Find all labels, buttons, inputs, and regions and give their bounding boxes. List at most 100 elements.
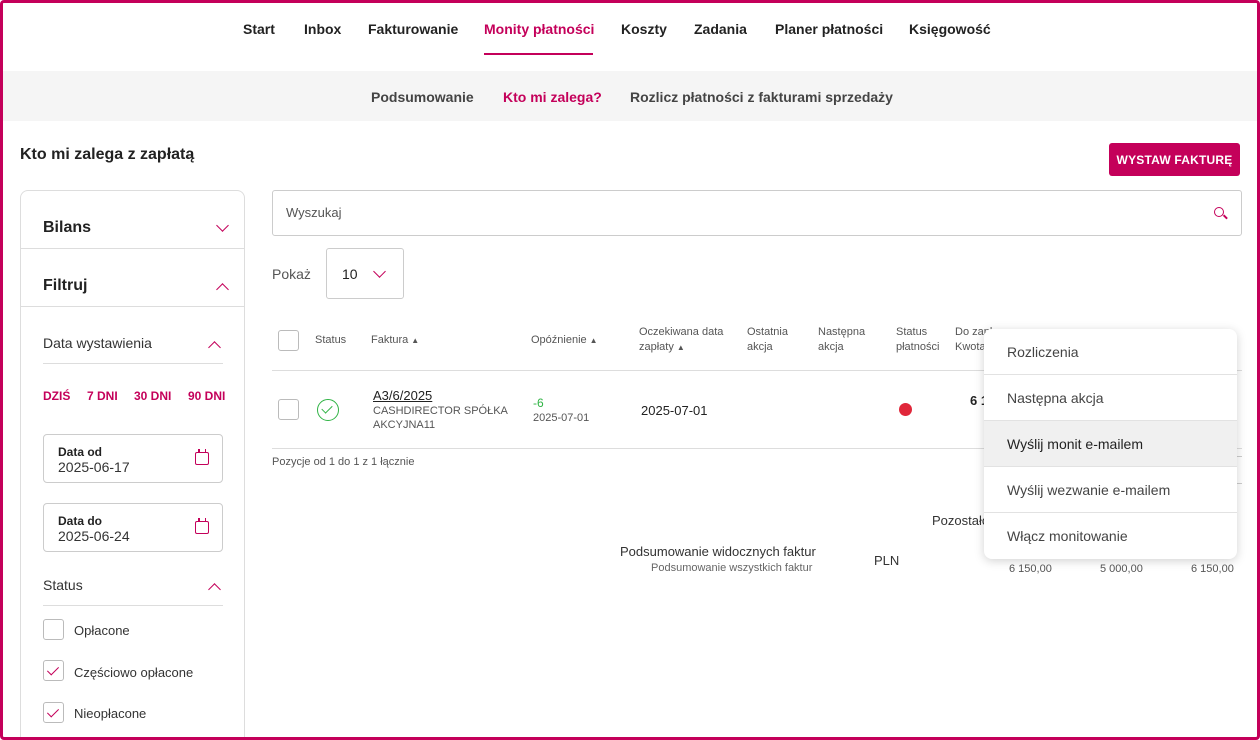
checkbox-nieoplacone[interactable]	[43, 702, 64, 723]
status-filter-header[interactable]: Status	[43, 570, 223, 606]
payment-status-dot	[899, 403, 912, 416]
th-oczekiwana-label-1: Oczekiwana data	[639, 326, 724, 338]
th-nastepna-akcja: Następna akcja	[818, 325, 865, 355]
search-icon[interactable]	[1214, 207, 1224, 217]
th-faktura-label: Faktura	[371, 334, 409, 346]
filter-sidebar: Bilans Filtruj Data wystawienia DZIŚ 7 D…	[20, 190, 245, 737]
sort-icon: ▲︎	[589, 336, 598, 345]
th-ostatnia-akcja: Ostatnia akcja	[747, 325, 788, 355]
chevron-down-icon	[216, 219, 229, 232]
wystaw-fakture-button[interactable]: WYSTAW FAKTURĘ	[1109, 143, 1240, 176]
nav-koszty[interactable]: Koszty	[621, 21, 667, 37]
chevron-up-icon	[216, 283, 229, 296]
th-oczekiwana-label-2: zapłaty	[639, 341, 674, 353]
subnav-kto-mi-zalega[interactable]: Kto mi zalega?	[503, 89, 602, 105]
sub-nav: Podsumowanie Kto mi zalega? Rozlicz płat…	[3, 71, 1257, 121]
invoice-link[interactable]: A3/6/2025	[373, 388, 432, 403]
filtruj-section[interactable]: Filtruj	[21, 249, 244, 307]
delay-date: 2025-07-01	[533, 412, 590, 424]
sort-icon: ▲︎	[411, 336, 420, 345]
summary-value: 6 150,00	[1009, 563, 1052, 575]
date-from-field[interactable]: Data od 2025-06-17	[43, 434, 223, 483]
pagination-info: Pozycje od 1 do 1 z 1 łącznie	[272, 456, 415, 468]
nav-fakturowanie[interactable]: Fakturowanie	[368, 21, 458, 37]
nav-ksiegowosc[interactable]: Księgowość	[909, 21, 991, 37]
quick-range-7-dni[interactable]: 7 DNI	[87, 389, 118, 403]
checkbox-czesciowo-oplacone[interactable]	[43, 660, 64, 681]
delay-value: -6	[533, 396, 544, 410]
row-actions-menu: Rozliczenia Następna akcja Wyślij monit …	[984, 329, 1237, 559]
date-to-field[interactable]: Data do 2025-06-24	[43, 503, 223, 552]
menu-item-wlacz-monitowanie[interactable]: Włącz monitowanie	[984, 513, 1237, 559]
client-name-line-2: AKCYJNA11	[373, 419, 436, 431]
menu-item-nastepna-akcja[interactable]: Następna akcja	[984, 375, 1237, 421]
date-from-label: Data od	[58, 445, 103, 459]
th-do-zaplaty-label-2: Kwota	[955, 341, 986, 353]
checkbox-oplacone[interactable]	[43, 619, 64, 640]
summary-all-label: Podsumowanie wszystkich faktur	[651, 562, 813, 574]
summary-value: 5 000,00	[1100, 563, 1143, 575]
page-size-value: 10	[342, 266, 358, 282]
data-wystawienia-label: Data wystawienia	[43, 335, 152, 351]
th-faktura[interactable]: Faktura ▲︎	[371, 333, 419, 348]
search-box	[272, 190, 1242, 236]
sort-icon: ▲︎	[676, 343, 685, 352]
checkbox-nieoplacone-label: Nieopłacone	[74, 706, 147, 721]
subnav-podsumowanie[interactable]: Podsumowanie	[371, 89, 474, 105]
nav-start[interactable]: Start	[243, 21, 275, 37]
menu-item-rozliczenia[interactable]: Rozliczenia	[984, 329, 1237, 375]
data-wystawienia-header[interactable]: Data wystawienia	[43, 328, 223, 364]
nav-inbox[interactable]: Inbox	[304, 21, 341, 37]
app-frame: Start Inbox Fakturowanie Monity płatnośc…	[0, 0, 1260, 740]
checkbox-oplacone-label: Opłacone	[74, 623, 130, 638]
date-to-label: Data do	[58, 514, 103, 528]
select-all-checkbox[interactable]	[278, 330, 299, 351]
th-status-platnosci: Status płatności	[896, 325, 939, 355]
date-from-value: 2025-06-17	[58, 459, 130, 475]
summary-pozostalo-label: Pozostało	[932, 513, 990, 528]
th-opoznienie-label: Opóźnienie	[531, 334, 587, 346]
th-ostatnia-label-1: Ostatnia	[747, 326, 788, 338]
menu-item-wyslij-monit[interactable]: Wyślij monit e-mailem	[984, 421, 1237, 467]
status-filter-label: Status	[43, 577, 83, 593]
calendar-icon[interactable]	[195, 518, 209, 534]
checkbox-czesciowo-oplacone-label: Częściowo opłacone	[74, 665, 194, 680]
date-to-value: 2025-06-24	[58, 528, 130, 544]
menu-item-wyslij-wezwanie[interactable]: Wyślij wezwanie e-mailem	[984, 467, 1237, 513]
quick-range-30-dni[interactable]: 30 DNI	[134, 389, 171, 403]
check-circle-icon	[317, 399, 339, 421]
calendar-icon[interactable]	[195, 449, 209, 465]
expected-payment-date: 2025-07-01	[641, 403, 708, 418]
bilans-section[interactable]: Bilans	[21, 191, 244, 249]
summary-value: 6 150,00	[1191, 563, 1234, 575]
search-input[interactable]	[286, 205, 1166, 220]
top-nav: Start Inbox Fakturowanie Monity płatnośc…	[3, 3, 1257, 71]
page-size-select[interactable]: 10	[326, 248, 404, 299]
quick-range-90-dni[interactable]: 90 DNI	[188, 389, 225, 403]
quick-range-dzis[interactable]: DZIŚ	[43, 389, 70, 403]
th-status-platnosci-label-2: płatności	[896, 341, 940, 353]
nav-monity-platnosci[interactable]: Monity płatności	[484, 21, 594, 37]
nav-planer-platnosci[interactable]: Planer płatności	[775, 21, 883, 37]
chevron-up-icon	[208, 583, 221, 596]
th-oczekiwana-data[interactable]: Oczekiwana data zapłaty ▲︎	[639, 325, 723, 355]
filtruj-label: Filtruj	[43, 277, 88, 294]
bilans-label: Bilans	[43, 219, 92, 236]
chevron-down-icon	[373, 265, 386, 278]
client-name-line-1: CASHDIRECTOR SPÓŁKA	[373, 405, 508, 417]
th-opoznienie[interactable]: Opóźnienie ▲︎	[531, 333, 598, 348]
page-size-label: Pokaż	[272, 266, 311, 282]
th-status-platnosci-label-1: Status	[896, 326, 928, 338]
active-tab-underline	[484, 53, 593, 55]
th-nastepna-label-2: akcja	[818, 341, 844, 353]
nav-zadania[interactable]: Zadania	[694, 21, 747, 37]
subnav-rozlicz-platnosci[interactable]: Rozlicz płatności z fakturami sprzedaży	[630, 89, 893, 105]
row-checkbox[interactable]	[278, 399, 299, 420]
th-nastepna-label-1: Następna	[818, 326, 866, 338]
page-title: Kto mi zalega z zapłatą	[20, 146, 195, 163]
summary-currency: PLN	[874, 553, 900, 568]
th-status: Status	[315, 334, 347, 346]
summary-visible-label: Podsumowanie widocznych faktur	[620, 544, 816, 559]
chevron-up-icon	[208, 341, 221, 354]
th-ostatnia-label-2: akcja	[747, 341, 773, 353]
